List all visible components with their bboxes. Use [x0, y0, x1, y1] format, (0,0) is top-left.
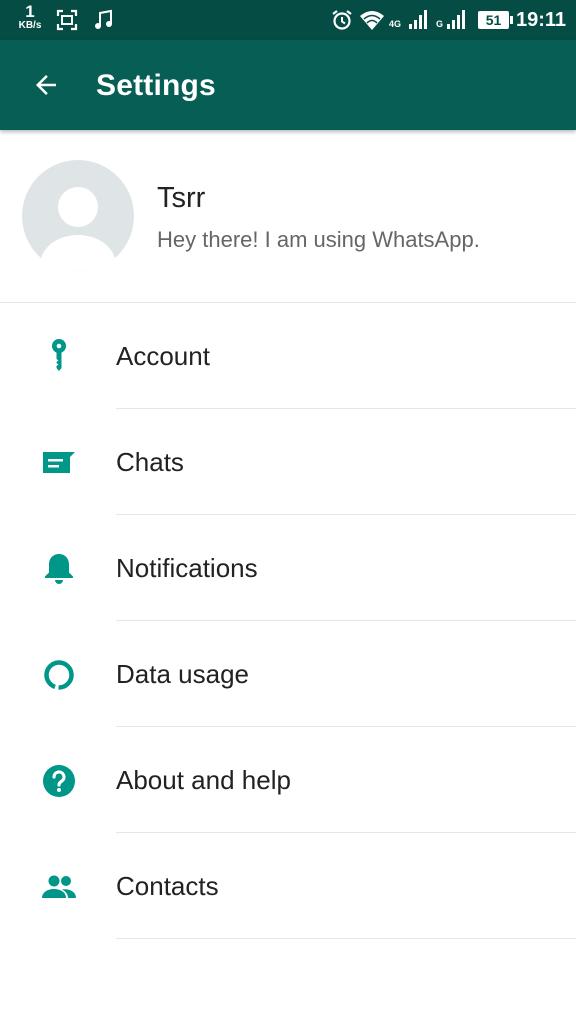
menu-item-about-help[interactable]: About and help	[0, 727, 576, 833]
back-button[interactable]	[22, 61, 70, 109]
status-bar: 1 KB/s 4G G 51 19:11	[0, 0, 576, 40]
status-time: 19:11	[516, 9, 567, 31]
network-type-2: G	[436, 19, 444, 29]
menu-item-label: Data usage	[116, 659, 249, 689]
menu-item-account[interactable]: Account	[0, 303, 576, 409]
profile-section[interactable]: Tsrr Hey there! I am using WhatsApp.	[0, 130, 576, 302]
default-avatar-icon	[40, 187, 116, 272]
battery-icon: 51	[478, 11, 513, 29]
bell-icon	[40, 550, 78, 588]
page-title: Settings	[96, 69, 216, 102]
divider	[116, 938, 576, 939]
menu-item-chats[interactable]: Chats	[0, 409, 576, 515]
arrow-back-icon	[36, 75, 56, 95]
music-icon	[95, 9, 112, 29]
screenshot-icon	[56, 9, 78, 31]
signal-icon	[409, 10, 427, 29]
menu-item-label: Account	[116, 341, 210, 371]
profile-name: Tsrr	[157, 182, 206, 214]
chat-icon	[40, 444, 78, 482]
signal-icon	[447, 10, 465, 29]
contacts-icon	[40, 868, 78, 906]
network-speed-unit: KB/s	[18, 20, 42, 31]
menu-item-contacts[interactable]: Contacts	[0, 833, 576, 939]
key-icon	[40, 338, 78, 376]
network-type-1: 4G	[389, 19, 402, 29]
app-bar: Settings	[0, 40, 576, 130]
network-speed: 1 KB/s	[14, 3, 46, 31]
alarm-icon	[332, 10, 352, 30]
network-speed-value: 1	[25, 2, 35, 21]
menu-item-label: Chats	[116, 447, 184, 477]
wifi-icon	[360, 11, 384, 30]
menu-item-notifications[interactable]: Notifications	[0, 515, 576, 621]
profile-status: Hey there! I am using WhatsApp.	[157, 227, 480, 252]
menu-item-label: About and help	[116, 765, 291, 795]
avatar[interactable]	[22, 160, 134, 272]
data-usage-icon	[40, 656, 78, 694]
menu-item-label: Notifications	[116, 553, 258, 583]
menu-item-data-usage[interactable]: Data usage	[0, 621, 576, 727]
help-icon	[40, 762, 78, 800]
menu-item-label: Contacts	[116, 871, 219, 901]
